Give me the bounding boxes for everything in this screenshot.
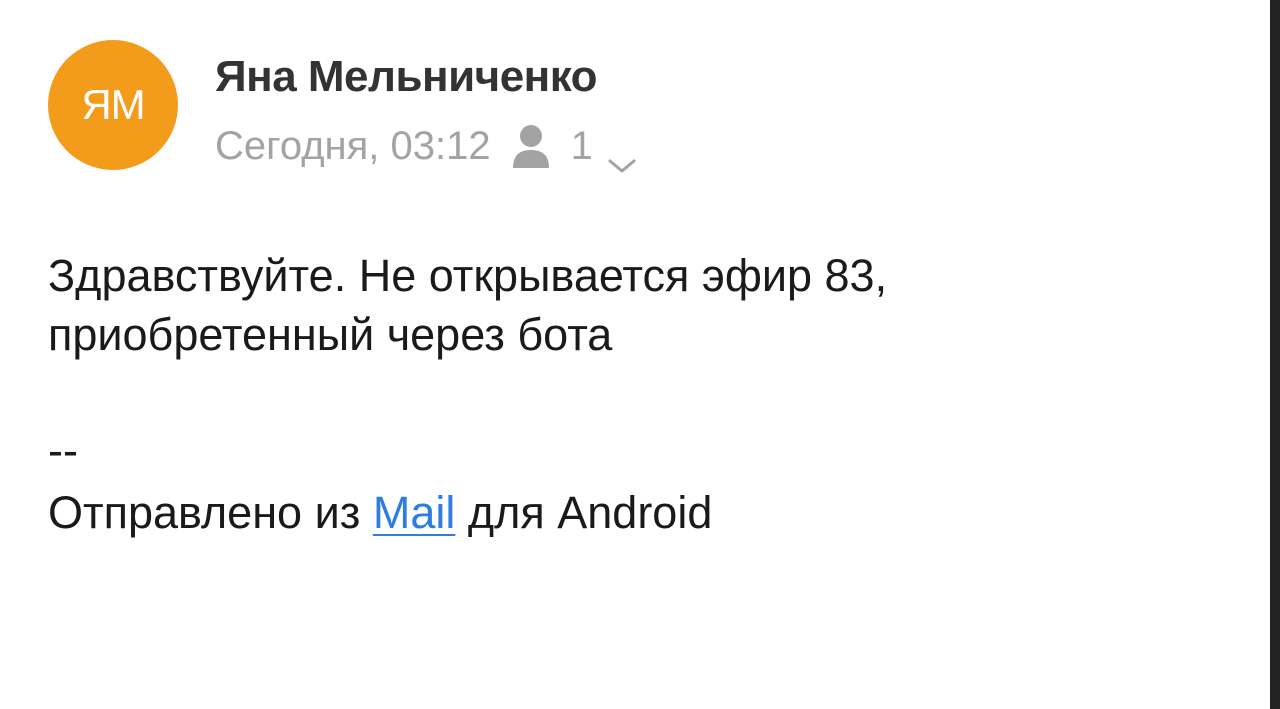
- signature-separator: --: [48, 425, 78, 476]
- email-view: ЯМ Яна Мельниченко Сегодня, 03:12 1 Здра…: [0, 0, 1280, 709]
- avatar-initials: ЯМ: [81, 81, 145, 128]
- message-body: Здравствуйте. Не открывается эфир 83, пр…: [48, 246, 1228, 364]
- window-edge: [1270, 0, 1280, 709]
- message-signature: -- Отправлено из Mail для Android: [48, 420, 712, 544]
- recipients-count[interactable]: 1: [571, 124, 593, 169]
- avatar[interactable]: ЯМ: [48, 40, 178, 170]
- signature-line: Отправлено из Mail для Android: [48, 482, 712, 544]
- person-icon[interactable]: [511, 122, 551, 170]
- message-meta: Сегодня, 03:12 1: [215, 120, 637, 173]
- signature-suffix: для Android: [455, 487, 713, 538]
- message-date: Сегодня, 03:12: [215, 123, 491, 168]
- chevron-down-icon[interactable]: [607, 140, 637, 173]
- message-body-line: приобретенный через бота: [48, 309, 613, 360]
- sender-name[interactable]: Яна Мельниченко: [215, 52, 598, 102]
- signature-prefix: Отправлено из: [48, 487, 373, 538]
- message-body-line: Здравствуйте. Не открывается эфир 83,: [48, 250, 888, 301]
- mail-app-link[interactable]: Mail: [373, 487, 456, 538]
